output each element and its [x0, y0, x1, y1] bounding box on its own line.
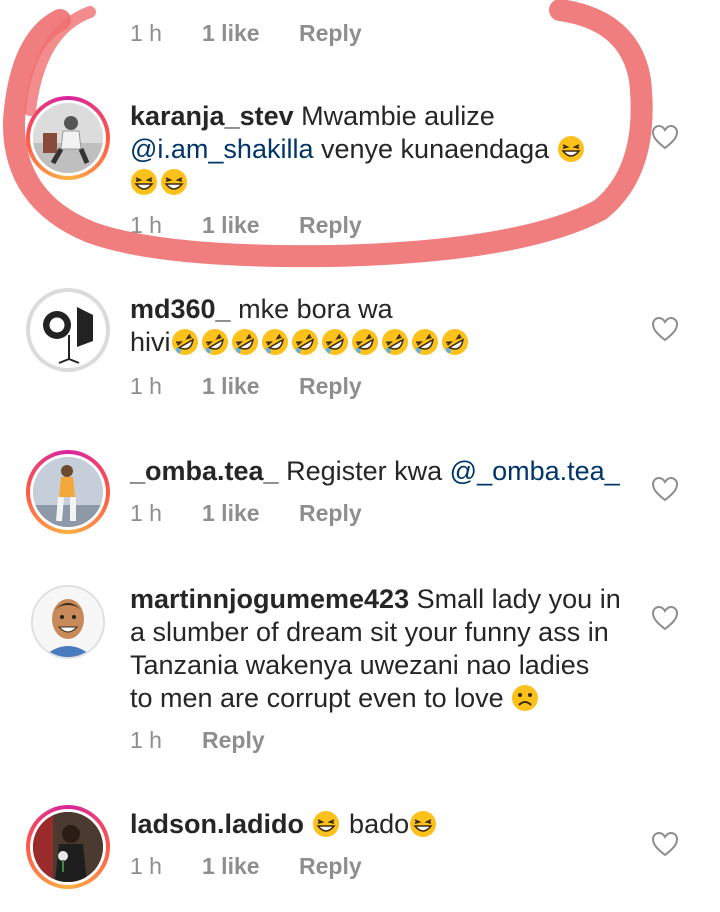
mention-link[interactable]: @_omba.tea_ [450, 456, 620, 486]
comment-username[interactable]: _omba.tea_ [130, 456, 279, 486]
avatar[interactable] [26, 580, 110, 664]
rofl-emoji [171, 329, 198, 355]
avatar[interactable] [26, 288, 110, 372]
avatar[interactable] [26, 805, 110, 889]
grinning-squint-emoji [410, 811, 437, 837]
comment-username[interactable]: ladson.ladido [130, 809, 304, 839]
sad-face-emoji [512, 685, 539, 711]
comment-body: Tanzania wakenya uwezani nao ladies [130, 650, 590, 680]
comment-body: Small lady you in [416, 584, 621, 614]
grinning-squint-emoji [557, 136, 584, 162]
rofl-emoji [411, 329, 438, 355]
grinning-squint-emoji [312, 811, 339, 837]
comment-text: ladson.ladido bado [130, 808, 630, 841]
reply-button[interactable]: Reply [299, 853, 362, 880]
heart-icon[interactable] [650, 474, 680, 504]
comment-username[interactable]: md360_ [130, 294, 231, 324]
comment-text: martinnjogumeme423 Small lady you in a s… [130, 583, 640, 715]
grinning-squint-emoji [131, 169, 157, 195]
reply-button[interactable]: Reply [299, 500, 362, 527]
comment-meta: 1 h 1 like Reply [130, 500, 362, 527]
heart-icon[interactable] [650, 829, 680, 859]
reply-button[interactable]: Reply [299, 373, 362, 400]
avatar[interactable] [26, 96, 110, 180]
comment-body: Mwambie aulize [301, 101, 495, 131]
comment-time: 1 h [130, 853, 162, 879]
comment-body: a slumber of dream sit your funny ass in [130, 617, 609, 647]
heart-icon[interactable] [650, 603, 680, 633]
comment-time: 1 h [130, 500, 162, 526]
comment-body: to men are corrupt even to love [130, 683, 504, 713]
comment-likes[interactable]: 1 like [202, 853, 299, 880]
rofl-emoji [351, 329, 378, 355]
comment-body: venye kunaendaga [321, 134, 550, 164]
comment-time: 1 h [130, 373, 162, 399]
heart-icon[interactable] [650, 314, 680, 344]
comment-likes[interactable]: 1 like [202, 20, 299, 47]
reply-button[interactable]: Reply [202, 727, 265, 754]
comment-text: md360_ mke bora wa hivi [130, 293, 630, 359]
comment-body: bado [349, 809, 410, 839]
reply-button[interactable]: Reply [299, 20, 362, 47]
avatar[interactable] [26, 450, 110, 534]
rofl-emoji [321, 329, 348, 355]
heart-icon[interactable] [650, 122, 680, 152]
rofl-emoji [381, 329, 408, 355]
comment-time: 1 h [130, 212, 162, 238]
rofl-emoji [291, 329, 318, 355]
comment-meta: 1 h 1 like Reply [130, 853, 362, 880]
rofl-emoji [261, 329, 288, 355]
comment-username[interactable]: karanja_stev [130, 101, 294, 131]
comment-body: Register kwa [286, 456, 443, 486]
rofl-emoji [201, 329, 228, 355]
rofl-emoji [441, 329, 468, 355]
comment-text: karanja_stev Mwambie aulize @i.am_shakil… [130, 100, 630, 199]
comment-body: hivi [130, 327, 171, 357]
comment-meta: 1 h 1 like Reply [130, 212, 362, 239]
mention-link[interactable]: @i.am_shakilla [130, 134, 313, 164]
reply-button[interactable]: Reply [299, 212, 362, 239]
comment-time: 1 h [130, 727, 162, 753]
comment-meta: 1 h Reply [130, 727, 265, 754]
comment-likes[interactable]: 1 like [202, 373, 299, 400]
comment-username[interactable]: martinnjogumeme423 [130, 584, 409, 614]
emoji-row [171, 327, 471, 357]
comment-body: mke bora wa [238, 294, 393, 324]
comment-text: _omba.tea_ Register kwa @_omba.tea_ [130, 455, 630, 488]
comment-likes[interactable]: 1 like [202, 500, 299, 527]
rofl-emoji [231, 329, 258, 355]
comment-time: 1 h [130, 20, 162, 46]
comment-likes[interactable]: 1 like [202, 212, 299, 239]
comment-meta: 1 h 1 like Reply [130, 373, 362, 400]
comment-meta: 1 h 1 like Reply [130, 20, 362, 47]
grinning-squint-emoji [161, 169, 187, 195]
